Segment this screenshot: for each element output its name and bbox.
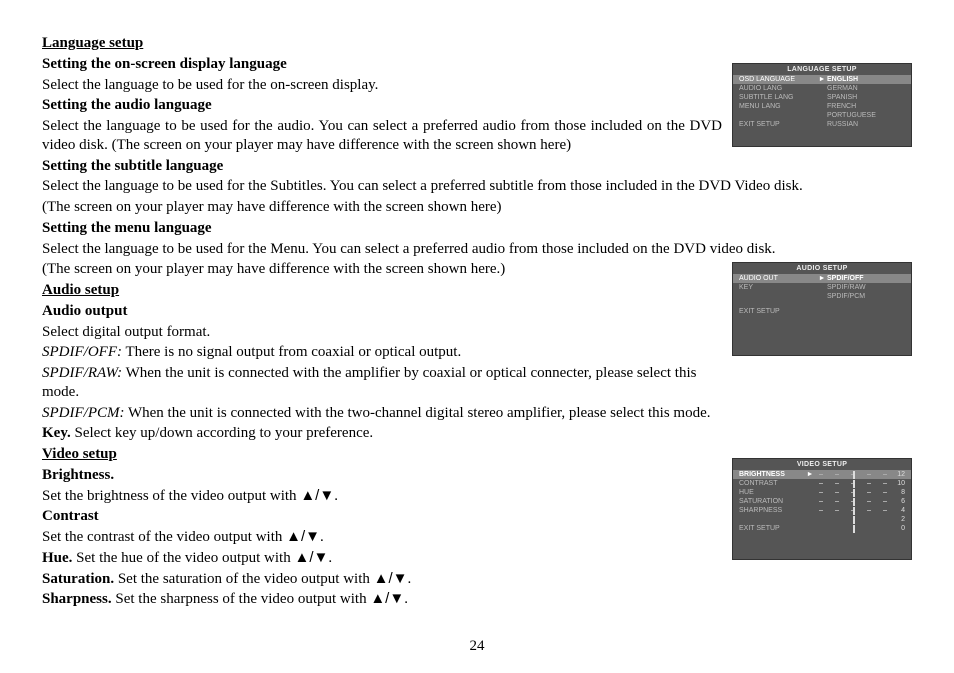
- osd-value: RUSSIAN: [827, 121, 905, 128]
- arrows-icon: ▲/▼: [286, 528, 320, 545]
- osd-row-key[interactable]: KEY SPDIF/RAW: [733, 283, 911, 292]
- osd-value: GERMAN: [827, 85, 905, 92]
- osd-row-portuguese: PORTUGUESE: [733, 111, 911, 120]
- osd-row-audio-out[interactable]: AUDIO OUT ► SPDIF/OFF: [733, 274, 911, 283]
- arrows-icon: ▲/▼: [300, 487, 334, 504]
- text-saturation: Set the saturation of the video output w…: [114, 571, 374, 587]
- osd-row-exit[interactable]: EXIT SETUP RUSSIAN: [733, 120, 911, 129]
- osd-label: AUDIO LANG: [739, 85, 817, 92]
- text-spdif-off: There is no signal output from coaxial o…: [122, 344, 461, 360]
- label-spdif-off: SPDIF/OFF:: [42, 344, 122, 360]
- text-key: Select key up/down according to your pre…: [71, 425, 373, 441]
- arrows-icon: ▲/▼: [294, 549, 328, 566]
- osd-row-brightness[interactable]: BRIGHTNESS ► 12: [733, 470, 911, 479]
- slider-value: 8: [891, 489, 905, 496]
- text-spdif-raw: When the unit is connected with the ampl…: [42, 365, 696, 400]
- slider[interactable]: [819, 490, 887, 496]
- osd-label: SUBTITLE LANG: [739, 94, 817, 101]
- section-video-setup: Video setup: [42, 446, 117, 462]
- text-sharpness: Set the sharpness of the video output wi…: [112, 591, 371, 607]
- slider-value: 10: [891, 480, 905, 487]
- osd-row-menu-lang[interactable]: MENU LANG FRENCH: [733, 102, 911, 111]
- label-brightness: Brightness.: [42, 467, 114, 483]
- text-subtitle-language-2: (The screen on your player may have diff…: [42, 198, 912, 217]
- slider[interactable]: [819, 499, 887, 505]
- arrows-icon: ▲/▼: [370, 590, 404, 607]
- osd-row-exit[interactable]: EXIT SETUP 0: [733, 524, 911, 533]
- osd-value: SPDIF/PCM: [827, 293, 905, 300]
- osd-label: BRIGHTNESS: [739, 471, 801, 478]
- slider-value: 6: [891, 498, 905, 505]
- osd-row-osd-language[interactable]: OSD LANGUAGE ► ENGLISH: [733, 75, 911, 84]
- osd-label: OSD LANGUAGE: [739, 76, 817, 83]
- label-key: Key.: [42, 425, 71, 441]
- slider[interactable]: [819, 481, 887, 487]
- osd-label-exit: EXIT SETUP: [739, 525, 801, 532]
- label-spdif-pcm: SPDIF/PCM:: [42, 405, 124, 421]
- heading-audio-language: Setting the audio language: [42, 97, 212, 113]
- osd-value: SPDIF/OFF: [827, 275, 905, 282]
- slider[interactable]: [819, 508, 887, 514]
- osd-label: CONTRAST: [739, 480, 801, 487]
- text-contrast: Set the contrast of the video output wit…: [42, 529, 286, 545]
- osd-label: MENU LANG: [739, 103, 817, 110]
- osd-row-saturation[interactable]: SATURATION 6: [733, 497, 911, 506]
- label-hue: Hue.: [42, 550, 72, 566]
- osd-row-spacer2: 2: [733, 515, 911, 524]
- slider-value: 0: [891, 525, 905, 532]
- slider[interactable]: [819, 472, 887, 478]
- osd-row-pcm: SPDIF/PCM: [733, 292, 911, 301]
- slider-value: 12: [891, 471, 905, 478]
- osd-label: SATURATION: [739, 498, 801, 505]
- osd-language-panel: LANGUAGE SETUP OSD LANGUAGE ► ENGLISH AU…: [732, 63, 912, 147]
- osd-audio-panel: AUDIO SETUP AUDIO OUT ► SPDIF/OFF KEY SP…: [732, 262, 912, 356]
- osd-row-subtitle-lang[interactable]: SUBTITLE LANG SPANISH: [733, 93, 911, 102]
- slider-value: 2: [891, 516, 905, 523]
- label-spdif-raw: SPDIF/RAW:: [42, 365, 122, 381]
- osd-value: SPANISH: [827, 94, 905, 101]
- section-language-setup: Language setup: [42, 35, 143, 51]
- heading-audio-output: Audio output: [42, 303, 127, 319]
- osd-video-title: VIDEO SETUP: [733, 459, 911, 470]
- osd-value: FRENCH: [827, 103, 905, 110]
- text-menu-language-1: Select the language to be used for the M…: [42, 240, 912, 259]
- arrow-right-icon: ►: [817, 76, 827, 83]
- osd-value: PORTUGUESE: [827, 112, 905, 119]
- osd-video-panel: VIDEO SETUP BRIGHTNESS ► 12 CONTRAST 10 …: [732, 458, 912, 560]
- osd-row-hue[interactable]: HUE 8: [733, 488, 911, 497]
- slider-value: 4: [891, 507, 905, 514]
- osd-row-sharpness[interactable]: SHARPNESS 4: [733, 506, 911, 515]
- text-brightness: Set the brightness of the video output w…: [42, 488, 300, 504]
- arrow-right-icon: ►: [817, 275, 827, 282]
- heading-osd-language: Setting the on-screen display language: [42, 56, 287, 72]
- osd-label: HUE: [739, 489, 801, 496]
- text-spdif-pcm: When the unit is connected with the two-…: [124, 405, 710, 421]
- osd-row-contrast[interactable]: CONTRAST 10: [733, 479, 911, 488]
- arrow-right-icon: ►: [805, 471, 815, 478]
- osd-language-title: LANGUAGE SETUP: [733, 64, 911, 75]
- osd-row-audio-lang[interactable]: AUDIO LANG GERMAN: [733, 84, 911, 93]
- label-sharpness: Sharpness.: [42, 591, 112, 607]
- heading-subtitle-language: Setting the subtitle language: [42, 158, 223, 174]
- osd-label: KEY: [739, 284, 817, 291]
- osd-value: SPDIF/RAW: [827, 284, 905, 291]
- label-contrast: Contrast: [42, 508, 99, 524]
- osd-value: ENGLISH: [827, 76, 905, 83]
- osd-label: AUDIO OUT: [739, 275, 817, 282]
- osd-label-exit: EXIT SETUP: [739, 308, 817, 315]
- heading-menu-language: Setting the menu language: [42, 220, 212, 236]
- osd-label: SHARPNESS: [739, 507, 801, 514]
- text-subtitle-language-1: Select the language to be used for the S…: [42, 177, 912, 196]
- page-number: 24: [0, 638, 954, 655]
- osd-label-exit: EXIT SETUP: [739, 121, 817, 128]
- text-hue: Set the hue of the video output with: [72, 550, 294, 566]
- arrows-icon: ▲/▼: [374, 570, 408, 587]
- text-audio-language: Select the language to be used for the a…: [42, 117, 722, 155]
- section-audio-setup: Audio setup: [42, 282, 119, 298]
- label-saturation: Saturation.: [42, 571, 114, 587]
- osd-row-exit[interactable]: EXIT SETUP: [733, 307, 911, 316]
- osd-audio-title: AUDIO SETUP: [733, 263, 911, 274]
